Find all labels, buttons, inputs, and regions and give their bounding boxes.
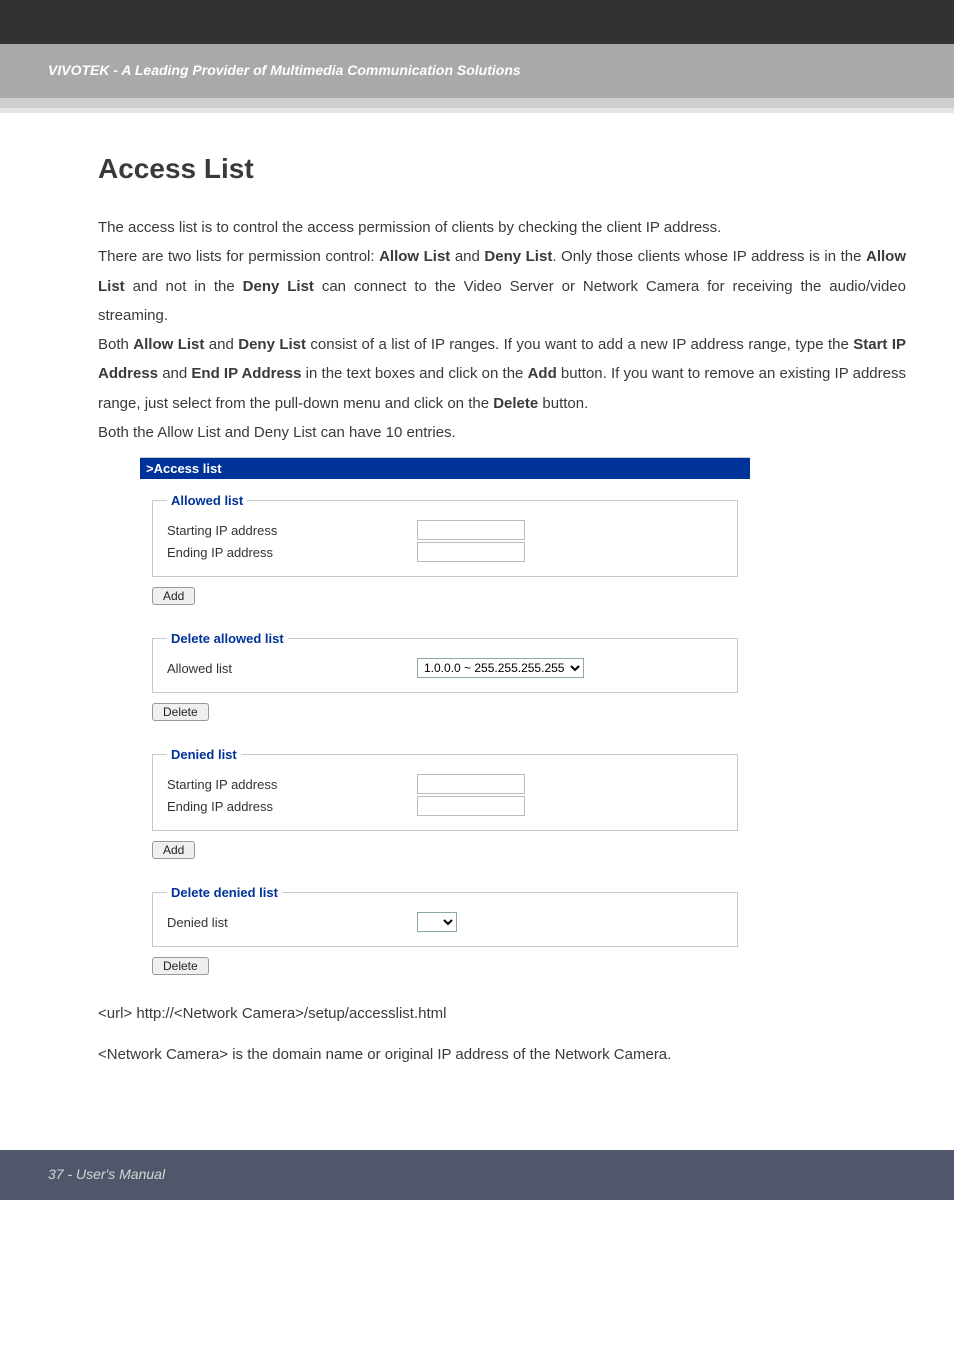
allowed-list-legend: Allowed list: [167, 493, 247, 508]
delete-allowed-group: Delete allowed list Allowed list 1.0.0.0…: [152, 631, 738, 693]
denied-list-select[interactable]: [417, 912, 457, 932]
url-line-1: <url> http://<Network Camera>/setup/acce…: [98, 999, 906, 1028]
intro-para-2: There are two lists for permission contr…: [98, 242, 906, 330]
url-line-2: <Network Camera> is the domain name or o…: [98, 1040, 906, 1069]
denied-start-row: Starting IP address: [167, 774, 723, 794]
delete-denied-label: Denied list: [167, 915, 417, 930]
allowed-end-row: Ending IP address: [167, 542, 723, 562]
add-allowed-button[interactable]: Add: [152, 587, 195, 605]
delete-allowed-button[interactable]: Delete: [152, 703, 209, 721]
delete-denied-row: Denied list: [167, 912, 723, 932]
delete-allowed-legend: Delete allowed list: [167, 631, 288, 646]
footer-text: 37 - User's Manual: [48, 1166, 165, 1182]
delete-allowed-row: Allowed list 1.0.0.0 ~ 255.255.255.255: [167, 658, 723, 678]
add-denied-button[interactable]: Add: [152, 841, 195, 859]
footer-bar: 37 - User's Manual: [0, 1150, 954, 1200]
allowed-list-group: Allowed list Starting IP address Ending …: [152, 493, 738, 577]
delete-allowed-label: Allowed list: [167, 661, 417, 676]
allowed-start-input[interactable]: [417, 520, 525, 540]
delete-denied-group: Delete denied list Denied list: [152, 885, 738, 947]
page-title: Access List: [98, 153, 906, 185]
top-dark-bar: [0, 0, 954, 44]
denied-start-input[interactable]: [417, 774, 525, 794]
main-content: Access List The access list is to contro…: [0, 113, 954, 1100]
denied-list-legend: Denied list: [167, 747, 241, 762]
denied-end-label: Ending IP address: [167, 799, 417, 814]
delete-denied-button[interactable]: Delete: [152, 957, 209, 975]
allowed-list-select[interactable]: 1.0.0.0 ~ 255.255.255.255: [417, 658, 584, 678]
denied-end-input[interactable]: [417, 796, 525, 816]
denied-start-label: Starting IP address: [167, 777, 417, 792]
panel-header: >Access list: [140, 458, 750, 479]
denied-list-group: Denied list Starting IP address Ending I…: [152, 747, 738, 831]
delete-denied-legend: Delete denied list: [167, 885, 282, 900]
allowed-start-label: Starting IP address: [167, 523, 417, 538]
allowed-end-label: Ending IP address: [167, 545, 417, 560]
allowed-end-input[interactable]: [417, 542, 525, 562]
intro-para-1: The access list is to control the access…: [98, 213, 906, 242]
intro-para-3: Both Allow List and Deny List consist of…: [98, 330, 906, 418]
intro-para-4: Both the Allow List and Deny List can ha…: [98, 418, 906, 447]
access-list-panel: >Access list Allowed list Starting IP ad…: [140, 457, 750, 987]
denied-end-row: Ending IP address: [167, 796, 723, 816]
allowed-start-row: Starting IP address: [167, 520, 723, 540]
header-bar: VIVOTEK - A Leading Provider of Multimed…: [0, 44, 954, 108]
header-banner-text: VIVOTEK - A Leading Provider of Multimed…: [48, 62, 521, 78]
